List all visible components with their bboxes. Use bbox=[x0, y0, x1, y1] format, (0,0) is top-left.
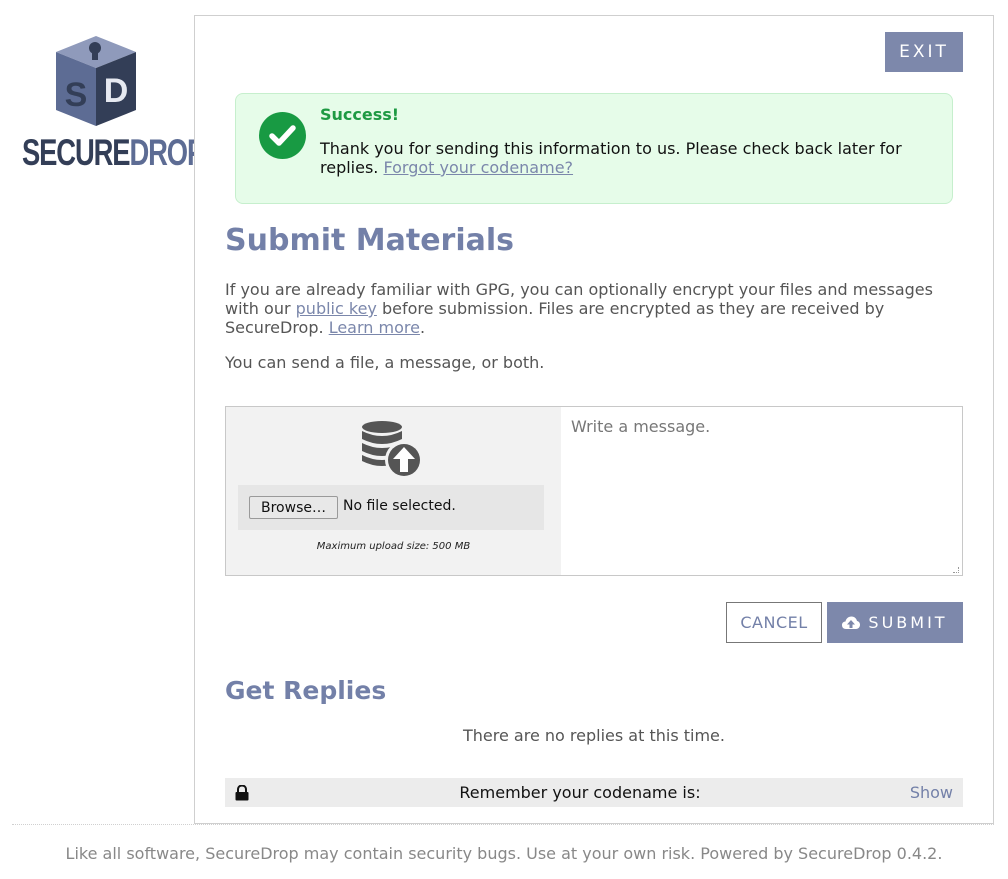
codename-label: Remember your codename is: bbox=[459, 783, 701, 802]
max-upload-size: Maximum upload size: 500 MB bbox=[316, 541, 471, 552]
resize-grip-icon[interactable] bbox=[953, 567, 959, 573]
public-key-link[interactable]: public key bbox=[296, 299, 377, 318]
browse-button[interactable]: Browse… bbox=[249, 496, 338, 519]
submission-form: Browse… No file selected. Maximum upload… bbox=[225, 406, 963, 576]
get-replies-heading: Get Replies bbox=[225, 676, 387, 705]
cancel-button[interactable]: CANCEL bbox=[726, 602, 822, 643]
learn-more-link[interactable]: Learn more bbox=[329, 318, 420, 337]
intro-end: . bbox=[419, 318, 426, 337]
svg-text:S: S bbox=[65, 76, 88, 114]
logo-wordmark-secure: SECURE bbox=[22, 132, 131, 173]
send-hint: You can send a file, a message, or both. bbox=[225, 353, 545, 372]
footer-disclaimer: Like all software, SecureDrop may contai… bbox=[65, 844, 943, 863]
file-status: No file selected. bbox=[343, 498, 456, 514]
exit-button[interactable]: EXIT bbox=[885, 32, 963, 72]
submit-button-label: SUBMIT bbox=[868, 613, 948, 632]
gpg-intro: If you are already familiar with GPG, yo… bbox=[225, 280, 965, 337]
database-upload-icon bbox=[362, 421, 423, 479]
svg-text:D: D bbox=[104, 72, 129, 110]
forgot-codename-link[interactable]: Forgot your codename? bbox=[383, 158, 573, 177]
flash-title: Success! bbox=[320, 105, 400, 124]
codename-reminder: Remember your codename is: Show bbox=[225, 778, 963, 807]
check-circle-icon bbox=[259, 112, 306, 159]
submit-button[interactable]: SUBMIT bbox=[827, 602, 963, 643]
cloud-upload-icon bbox=[842, 616, 861, 629]
main-panel: EXIT Success! Thank you for sending this… bbox=[194, 15, 994, 824]
message-textarea[interactable] bbox=[561, 407, 962, 575]
flash-message: Thank you for sending this information t… bbox=[320, 139, 930, 177]
logo-wordmark-drop: DROP bbox=[129, 132, 205, 173]
success-flash: Success! Thank you for sending this info… bbox=[235, 93, 953, 204]
submit-materials-heading: Submit Materials bbox=[225, 223, 515, 258]
logo-wordmark: SECUREDROP bbox=[22, 132, 205, 173]
footer-divider bbox=[12, 824, 994, 825]
no-replies-text: There are no replies at this time. bbox=[463, 726, 725, 745]
securedrop-logo: S D SECUREDROP bbox=[22, 34, 205, 174]
logo-cube-icon: S D bbox=[56, 36, 136, 126]
file-upload-pane: Browse… No file selected. Maximum upload… bbox=[226, 407, 561, 575]
file-input: Browse… No file selected. bbox=[238, 485, 544, 530]
show-codename-button[interactable]: Show bbox=[910, 783, 953, 802]
